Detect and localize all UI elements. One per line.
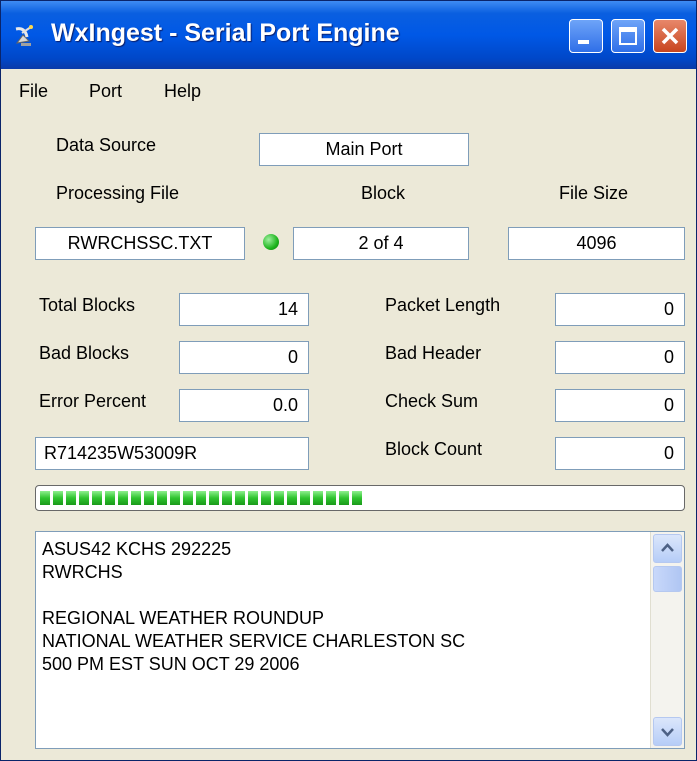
bad-header-field: 0 (555, 341, 685, 374)
progress-segment (92, 491, 102, 505)
progress-segment (196, 491, 206, 505)
message-line: NATIONAL WEATHER SERVICE CHARLESTON SC (42, 631, 466, 651)
progress-segment (170, 491, 180, 505)
packet-length-label: Packet Length (385, 295, 501, 315)
bad-header-label: Bad Header (385, 343, 482, 363)
file-size-label: File Size (559, 183, 629, 203)
progress-segment (339, 491, 349, 505)
window-title: WxIngest - Serial Port Engine (51, 19, 400, 47)
total-blocks-field: 14 (179, 293, 309, 326)
scroll-thumb[interactable] (653, 566, 682, 592)
packet-length-field: 0 (555, 293, 685, 326)
progress-segment (40, 491, 50, 505)
total-blocks-label: Total Blocks (39, 295, 136, 315)
progress-segment (118, 491, 128, 505)
menu-help[interactable]: Help (164, 81, 201, 102)
vertical-scrollbar[interactable] (650, 532, 684, 748)
status-led-icon (263, 234, 279, 250)
message-line (42, 584, 465, 607)
block-count-field: 0 (555, 437, 685, 470)
error-percent-label: Error Percent (39, 391, 147, 411)
message-text: ASUS42 KCHS 292225 RWRCHS REGIONAL WEATHE… (42, 538, 465, 676)
progress-segment (261, 491, 271, 505)
check-sum-label: Check Sum (385, 391, 479, 411)
scroll-down-button[interactable] (653, 717, 682, 746)
maximize-button[interactable] (611, 19, 645, 53)
progress-segment (352, 491, 362, 505)
check-sum-field: 0 (555, 389, 685, 422)
progress-segment (131, 491, 141, 505)
progress-segment (144, 491, 154, 505)
message-line: 500 PM EST SUN OCT 29 2006 (42, 654, 300, 674)
progress-segment (326, 491, 336, 505)
message-text-area[interactable]: ASUS42 KCHS 292225 RWRCHS REGIONAL WEATHE… (35, 531, 685, 749)
menu-bar: File Port Help (1, 69, 696, 115)
progress-segment (248, 491, 258, 505)
message-line: REGIONAL WEATHER ROUNDUP (42, 608, 325, 628)
progress-segment (105, 491, 115, 505)
progress-segment (235, 491, 245, 505)
title-bar[interactable]: WxIngest - Serial Port Engine (1, 1, 696, 69)
progress-segment (53, 491, 63, 505)
message-line: ASUS42 KCHS 292225 (42, 539, 232, 559)
bad-blocks-field: 0 (179, 341, 309, 374)
progress-segment (222, 491, 232, 505)
app-window: WxIngest - Serial Port Engine File Port … (0, 0, 697, 761)
data-source-field: Main Port (259, 133, 469, 166)
progress-segment (287, 491, 297, 505)
menu-file[interactable]: File (19, 81, 48, 102)
scroll-up-button[interactable] (653, 534, 682, 563)
progress-segment (274, 491, 284, 505)
block-count-label: Block Count (385, 439, 483, 459)
error-percent-field: 0.0 (179, 389, 309, 422)
progress-segment (183, 491, 193, 505)
block-field: 2 of 4 (293, 227, 469, 260)
station-id-field: R714235W53009R (35, 437, 309, 470)
progress-segment (66, 491, 76, 505)
progress-segment (313, 491, 323, 505)
transfer-progress-bar (35, 485, 685, 511)
processing-file-field: RWRCHSSC.TXT (35, 227, 245, 260)
close-button[interactable] (653, 19, 687, 53)
bad-blocks-label: Bad Blocks (39, 343, 130, 363)
data-source-label: Data Source (56, 135, 157, 155)
minimize-button[interactable] (569, 19, 603, 53)
file-size-field: 4096 (508, 227, 685, 260)
message-line: RWRCHS (42, 562, 123, 582)
progress-segment (79, 491, 89, 505)
menu-port[interactable]: Port (89, 81, 122, 102)
block-label: Block (361, 183, 406, 203)
processing-file-label: Processing File (56, 183, 180, 203)
satellite-dish-icon[interactable] (13, 23, 39, 49)
progress-segment (209, 491, 219, 505)
progress-segment (300, 491, 310, 505)
progress-segment (157, 491, 167, 505)
